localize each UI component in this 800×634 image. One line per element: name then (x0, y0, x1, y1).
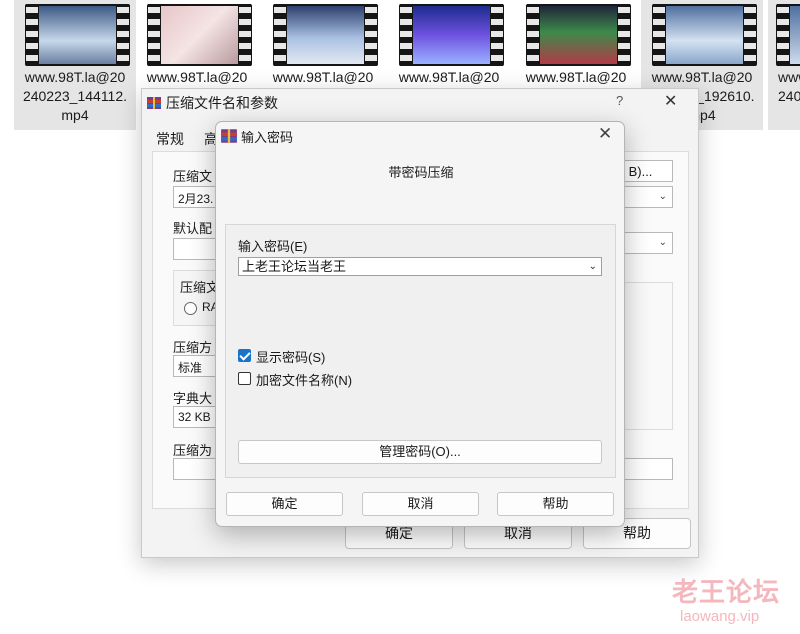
thumbnail-caption: www.98T.la@20 (398, 69, 500, 85)
thumbnail-caption: www.98T.la@20 (272, 69, 374, 85)
help-button[interactable]: 帮助 (497, 492, 614, 516)
archive-format-label: 压缩文 (180, 280, 220, 295)
password-value: 上老王论坛当老王 (242, 259, 347, 274)
video-thumbnail-7[interactable]: www 240 (768, 0, 800, 130)
ok-button[interactable]: 确定 (226, 492, 343, 516)
winrar-icon (221, 129, 237, 143)
chevron-down-icon: ⌄ (658, 237, 667, 248)
split-volumes-label: 压缩为 (173, 443, 213, 458)
dialog-heading: 带密码压缩 (388, 165, 454, 180)
tab-general[interactable]: 常规 (156, 129, 184, 149)
help-icon[interactable]: ? (616, 93, 623, 108)
watermark-logo-text: 老王论坛 (672, 577, 781, 607)
dialog-title: 输入密码 (241, 130, 294, 145)
thumbnail-caption: www.98T.la@20 (525, 69, 627, 85)
film-strip-icon (526, 4, 631, 66)
watermark-url: laowang.vip (680, 608, 760, 625)
film-strip-icon (776, 4, 800, 66)
video-thumbnail-1[interactable]: www.98T.la@20 240223_144112. mp4 (14, 0, 136, 130)
winrar-icon (147, 97, 161, 109)
chevron-down-icon: ⌄ (658, 191, 667, 202)
chevron-down-icon[interactable]: ⌄ (589, 258, 597, 275)
cancel-button[interactable]: 取消 (362, 492, 479, 516)
archive-name-label: 压缩文 (173, 169, 213, 184)
method-label: 压缩方 (173, 340, 213, 355)
film-strip-icon (25, 4, 130, 66)
close-icon[interactable]: ✕ (664, 91, 677, 111)
dialog-title: 压缩文件名和参数 (166, 95, 278, 111)
rar-radio[interactable] (184, 302, 197, 315)
thumbnail-caption: www 240 (778, 69, 800, 104)
show-password-label: 显示密码(S) (256, 350, 326, 365)
thumbnail-caption: www.98T.la@20 240223_144112. mp4 (22, 69, 128, 123)
show-password-checkbox[interactable] (238, 349, 251, 362)
encrypt-file-names-checkbox[interactable] (238, 372, 251, 385)
enter-password-dialog: 输入密码 ✕ 带密码压缩 输入密码(E) 上老王论坛当老王 ⌄ 显示密码(S) … (215, 121, 625, 527)
film-strip-icon (652, 4, 757, 66)
default-profile-label: 默认配 (173, 221, 213, 236)
enter-password-label: 输入密码(E) (238, 239, 308, 254)
encrypt-file-names-label: 加密文件名称(N) (256, 373, 353, 388)
password-input[interactable]: 上老王论坛当老王 ⌄ (238, 257, 602, 276)
dictionary-size-label: 字典大 (173, 391, 213, 406)
close-icon[interactable]: ✕ (598, 124, 612, 144)
film-strip-icon (147, 4, 252, 66)
film-strip-icon (273, 4, 378, 66)
manage-passwords-button[interactable]: 管理密码(O)... (238, 440, 602, 464)
film-strip-icon (399, 4, 504, 66)
thumbnail-caption: www.98T.la@20 (146, 69, 248, 85)
